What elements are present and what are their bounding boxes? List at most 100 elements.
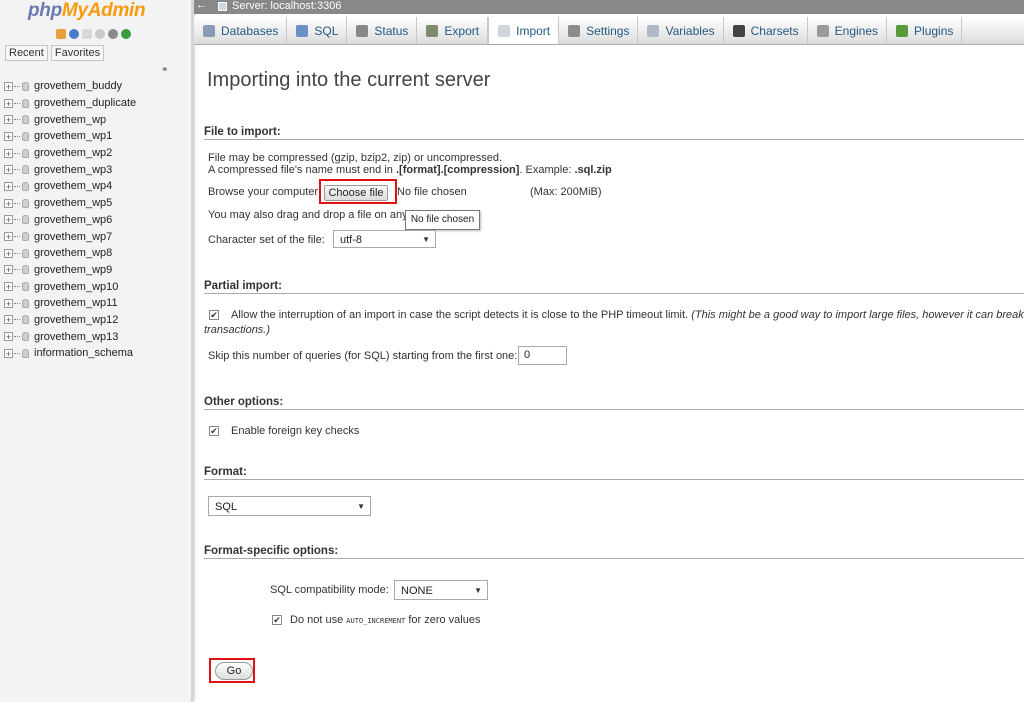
db-name[interactable]: grovethem_wp xyxy=(34,114,106,126)
settings-icon xyxy=(568,24,581,37)
db-name[interactable]: grovethem_wp3 xyxy=(34,164,112,176)
tab-databases[interactable]: Databases xyxy=(194,17,288,44)
database-icon xyxy=(22,232,29,242)
favorites-tab[interactable]: Favorites xyxy=(50,45,105,61)
expand-plus-icon[interactable]: + xyxy=(4,348,13,358)
recent-tab[interactable]: Recent xyxy=(5,45,48,61)
logout-icon[interactable] xyxy=(69,29,79,39)
expand-plus-icon[interactable]: + xyxy=(4,332,13,342)
expand-plus-icon[interactable]: + xyxy=(4,315,13,325)
skip-queries-input[interactable]: 0 xyxy=(518,346,567,365)
db-tree-item[interactable]: + grovethem_duplicate xyxy=(4,95,136,112)
expand-plus-icon[interactable]: + xyxy=(4,282,13,292)
expand-plus-icon[interactable]: + xyxy=(4,165,13,175)
nav-icon-bar xyxy=(56,29,131,39)
expand-plus-icon[interactable]: + xyxy=(4,248,13,258)
max-size-text: (Max: 200MiB) xyxy=(530,186,602,198)
filename-format: .[format].[compression] xyxy=(395,164,520,176)
tab-import[interactable]: Import xyxy=(488,17,560,44)
foreign-key-checkbox[interactable]: ✔ xyxy=(209,426,219,436)
db-name[interactable]: grovethem_wp1 xyxy=(34,130,112,142)
db-tree-item[interactable]: + grovethem_wp2 xyxy=(4,145,136,162)
tab-variables[interactable]: Variables xyxy=(638,17,724,44)
reload-icon[interactable] xyxy=(121,29,131,39)
tree-connector xyxy=(14,236,20,238)
tab-settings[interactable]: Settings xyxy=(559,17,639,44)
allow-interrupt-checkbox[interactable]: ✔ xyxy=(209,310,219,320)
db-tree-item[interactable]: + grovethem_wp xyxy=(4,111,136,128)
db-tree-item[interactable]: + grovethem_wp11 xyxy=(4,295,136,312)
phpmyadmin-logo[interactable]: phpMyAdmin xyxy=(28,0,146,22)
db-name[interactable]: grovethem_wp7 xyxy=(34,231,112,243)
db-name[interactable]: grovethem_wp8 xyxy=(34,247,112,259)
database-icon xyxy=(22,265,29,275)
db-name[interactable]: grovethem_duplicate xyxy=(34,97,136,109)
tab-plugins[interactable]: Plugins xyxy=(887,17,963,44)
expand-plus-icon[interactable]: + xyxy=(4,81,13,91)
db-name[interactable]: grovethem_wp9 xyxy=(34,264,112,276)
tab-sql[interactable]: SQL xyxy=(287,17,348,44)
sql-compat-value: NONE xyxy=(401,585,433,597)
db-tree-item[interactable]: + grovethem_wp9 xyxy=(4,262,136,279)
format-specific-legend: Format-specific options: xyxy=(204,545,1024,559)
db-tree-item[interactable]: + grovethem_wp1 xyxy=(4,128,136,145)
db-name[interactable]: grovethem_wp10 xyxy=(34,281,118,293)
file-to-import-section: File to import: xyxy=(204,126,1024,140)
partial-import-legend: Partial import: xyxy=(204,280,1024,294)
home-icon[interactable] xyxy=(56,29,66,39)
db-name[interactable]: grovethem_wp13 xyxy=(34,331,118,343)
db-name[interactable]: grovethem_wp2 xyxy=(34,147,112,159)
db-tree-item[interactable]: + grovethem_wp3 xyxy=(4,161,136,178)
db-name[interactable]: grovethem_wp5 xyxy=(34,197,112,209)
tree-connector xyxy=(14,185,20,187)
tab-status[interactable]: Status xyxy=(347,17,418,44)
db-name[interactable]: grovethem_wp12 xyxy=(34,314,118,326)
expand-plus-icon[interactable]: + xyxy=(4,98,13,108)
expand-plus-icon[interactable]: + xyxy=(4,232,13,242)
navigation-panel: phpMyAdmin Recent Favorites ⚭ + grovethem… xyxy=(0,0,193,702)
expand-plus-icon[interactable]: + xyxy=(4,115,13,125)
compression-note: File may be compressed (gzip, bzip2, zip… xyxy=(208,152,503,164)
expand-plus-icon[interactable]: + xyxy=(4,198,13,208)
expand-plus-icon[interactable]: + xyxy=(4,131,13,141)
tab-charsets[interactable]: Charsets xyxy=(724,17,808,44)
db-tree-item[interactable]: + grovethem_wp12 xyxy=(4,312,136,329)
db-tree-item[interactable]: + grovethem_wp8 xyxy=(4,245,136,262)
db-tree-item[interactable]: + grovethem_wp4 xyxy=(4,178,136,195)
tab-label: Settings xyxy=(586,23,630,38)
server-breadcrumb[interactable]: Server: localhost:3306 xyxy=(232,0,341,12)
db-name[interactable]: information_schema xyxy=(34,347,133,359)
tab-engines[interactable]: Engines xyxy=(808,17,888,44)
database-icon xyxy=(22,215,29,225)
expand-plus-icon[interactable]: + xyxy=(4,148,13,158)
tree-connector xyxy=(14,269,20,271)
link-with-main-panel-icon[interactable]: ⚭ xyxy=(161,64,169,75)
db-name[interactable]: grovethem_wp6 xyxy=(34,214,112,226)
auto-increment-code: AUTO_INCREMENT xyxy=(346,617,406,625)
sql-docs-icon[interactable] xyxy=(95,29,105,39)
settings-gear-icon[interactable] xyxy=(108,29,118,39)
databases-icon xyxy=(203,24,215,37)
expand-plus-icon[interactable]: + xyxy=(4,265,13,275)
db-tree-item[interactable]: + grovethem_buddy xyxy=(4,78,136,95)
expand-plus-icon[interactable]: + xyxy=(4,298,13,308)
format-select[interactable]: SQL ▼ xyxy=(208,496,371,516)
db-name[interactable]: grovethem_wp4 xyxy=(34,180,112,192)
db-tree-item[interactable]: + grovethem_wp13 xyxy=(4,328,136,345)
db-tree-item[interactable]: + grovethem_wp7 xyxy=(4,228,136,245)
expand-plus-icon[interactable]: + xyxy=(4,181,13,191)
db-name[interactable]: grovethem_buddy xyxy=(34,80,122,92)
expand-plus-icon[interactable]: + xyxy=(4,215,13,225)
db-tree-item[interactable]: + grovethem_wp5 xyxy=(4,195,136,212)
db-tree-item[interactable]: + grovethem_wp10 xyxy=(4,278,136,295)
collapse-arrow-icon[interactable]: ← xyxy=(196,0,207,11)
db-name[interactable]: grovethem_wp11 xyxy=(34,297,118,309)
sql-compat-select[interactable]: NONE ▼ xyxy=(394,580,488,600)
database-icon xyxy=(22,332,29,342)
db-tree-item[interactable]: + grovethem_wp6 xyxy=(4,212,136,229)
db-tree-item[interactable]: + information_schema xyxy=(4,345,136,362)
docs-icon[interactable] xyxy=(82,29,92,39)
auto-increment-checkbox[interactable]: ✔ xyxy=(272,615,282,625)
tab-export[interactable]: Export xyxy=(417,17,489,44)
charset-select[interactable]: utf-8 ▼ xyxy=(333,230,436,248)
